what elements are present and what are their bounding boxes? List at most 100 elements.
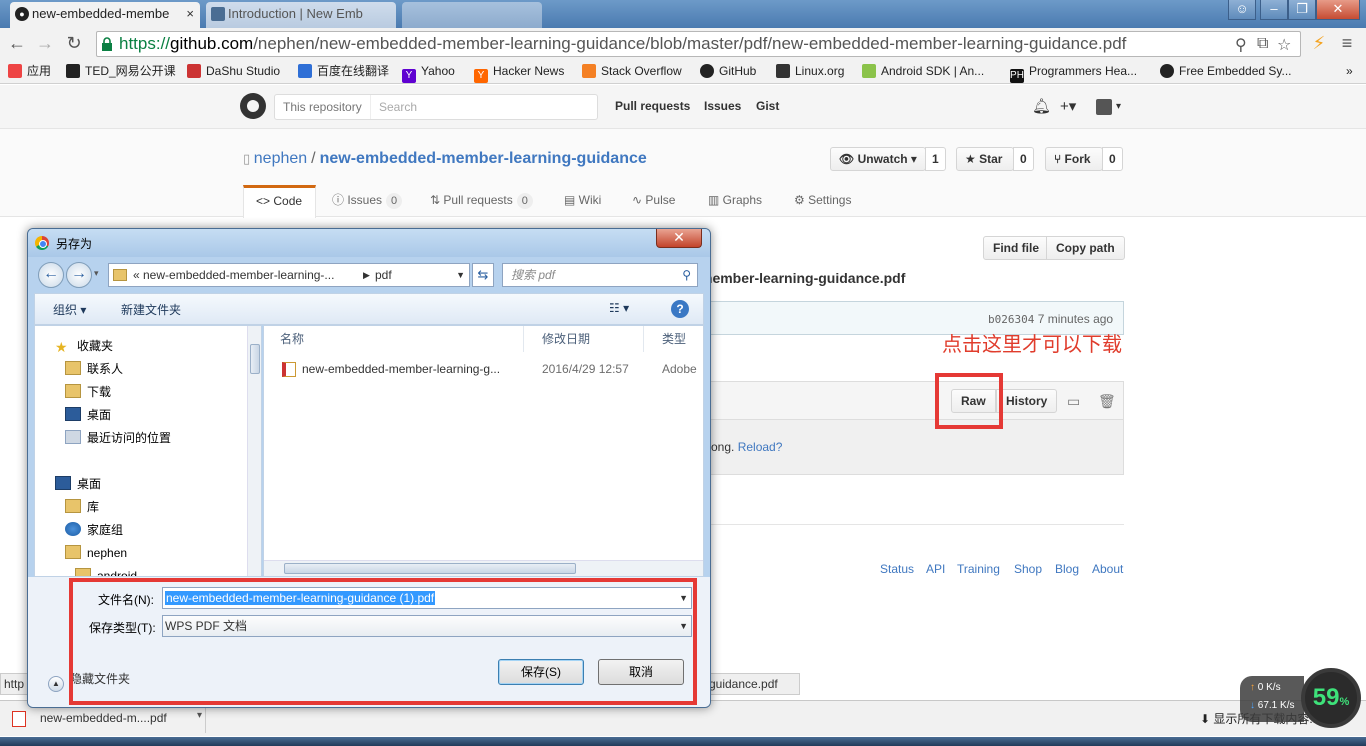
chevron-down-icon[interactable]: ▾ [1116,101,1121,112]
tab-github-pdf[interactable]: ● new-embedded-membe × [10,2,200,28]
bookmark-baidu-translate[interactable]: 百度在线翻译 [298,63,389,79]
history-button[interactable]: History [996,389,1058,413]
footer-link-about[interactable]: About [1092,562,1123,576]
footer-link-status[interactable]: Status [880,562,914,576]
nav-favorites[interactable]: ★ 收藏夹 [55,338,113,354]
chevron-down-icon[interactable]: ▼ [456,264,465,286]
bookmark-ted[interactable]: TED_网易公开课 [66,63,176,79]
net-usage-ball[interactable]: 59% [1301,668,1361,728]
path-crumb-parent[interactable]: « new-embedded-member-learning-... [133,264,334,286]
dialog-search-input[interactable]: 搜索 pdf ⚲ [502,263,698,287]
commit-sha[interactable]: b026304 [988,313,1034,326]
star-button[interactable]: ★ Star [956,147,1014,171]
nav-contacts[interactable]: 联系人 [65,361,123,377]
forward-icon[interactable]: → [34,32,56,54]
trash-icon[interactable]: 🗑︎ [1098,393,1116,410]
star-count[interactable]: 0 [1013,147,1034,171]
file-list-hscrollbar[interactable] [264,560,703,576]
footer-link-training[interactable]: Training [957,562,1000,576]
fork-count[interactable]: 0 [1102,147,1123,171]
nav-downloads[interactable]: 下载 [65,384,111,400]
footer-link-api[interactable]: API [926,562,945,576]
forward-icon[interactable]: → [66,262,92,288]
footer-link-shop[interactable]: Shop [1014,562,1042,576]
nav-user-folder[interactable]: nephen [65,545,127,561]
tab-blurred[interactable] [402,2,542,28]
repo-owner[interactable]: nephen [254,150,307,167]
help-icon[interactable]: ? [671,300,689,318]
tab-settings[interactable]: ⚙ Settings [792,185,853,218]
bookmark-programmers[interactable]: PH Programmers Hea... [1010,63,1137,83]
avatar[interactable] [1096,99,1112,115]
column-name[interactable]: 名称 [264,326,524,352]
dialog-titlebar[interactable]: 另存为 ✕ [28,229,710,257]
nav-recent-places[interactable]: 最近访问的位置 [65,430,171,446]
back-icon[interactable]: ← [38,262,64,288]
watch-count[interactable]: 1 [925,147,946,171]
extension-icon[interactable]: ⚡ [1308,32,1330,54]
maximize-icon[interactable]: ❐ [1288,0,1316,20]
bookmark-apps[interactable]: 应用 [8,63,51,79]
tab-wiki[interactable]: ▤ Wiki [562,185,603,218]
desktop-icon[interactable]: ▭ [1067,393,1080,410]
path-crumb-pdf[interactable]: pdf [375,264,392,286]
tab-issues[interactable]: ⓘ Issues 0 [330,185,404,218]
address-bar[interactable]: https://github.com/nephen/new-embedded-m… [96,31,1301,57]
reload-link[interactable]: Reload? [738,440,783,454]
unwatch-button[interactable]: 👁︎ Unwatch ▾ [830,147,926,171]
bookmark-linux[interactable]: Linux.org [776,63,844,79]
back-icon[interactable]: ← [6,32,28,54]
reload-icon[interactable]: ↻ [63,32,85,54]
scroll-thumb[interactable] [250,344,260,374]
bookmark-yahoo[interactable]: Y Yahoo [402,63,455,83]
nav-desktop[interactable]: 桌面 [65,407,111,423]
column-type[interactable]: 类型 [646,326,703,352]
nav-libraries[interactable]: 库 [65,499,99,515]
nav-desktop-root[interactable]: 桌面 [55,476,101,492]
nav-pull-requests[interactable]: Pull requests [615,99,690,113]
zoom-icon[interactable]: ⚲ [1235,35,1247,55]
translate-icon[interactable]: ⧉ [1257,35,1268,53]
bookmarks-overflow-icon[interactable]: » [1346,63,1353,79]
organize-button[interactable]: 组织 ▾ [53,301,86,318]
nav-issues[interactable]: Issues [704,99,741,113]
refresh-icon[interactable]: ⇆ [472,263,494,287]
repo-name[interactable]: new-embedded-member-learning-guidance [320,150,647,167]
bookmark-dashu[interactable]: DaShu Studio [187,63,280,79]
tab-introduction[interactable]: Introduction | New Emb [206,2,396,28]
bookmark-free-embedded[interactable]: Free Embedded Sy... [1160,63,1292,79]
tab-code[interactable]: <> Code [243,185,316,218]
recent-locations-dropdown-icon[interactable]: ▾ [94,268,99,279]
footer-link-blog[interactable]: Blog [1055,562,1079,576]
tab-pull-requests[interactable]: ⇅ Pull requests 0 [428,185,535,218]
search-input[interactable]: This repository Search [274,94,598,120]
tab-pulse[interactable]: ∿ Pulse [630,185,677,218]
scroll-thumb[interactable] [284,563,576,574]
nav-scrollbar[interactable] [247,326,261,576]
view-options-icon[interactable]: ☷ ▾ [609,301,629,315]
file-row[interactable]: new-embedded-member-learning-g... 2016/4… [264,358,703,380]
github-logo-icon[interactable] [240,93,266,119]
bell-icon[interactable]: 🔔︎ [1032,97,1051,115]
nav-homegroup[interactable]: 家庭组 [65,522,123,538]
download-item[interactable]: new-embedded-m....pdf ▾ [6,705,206,733]
window-close-icon[interactable]: ✕ [1316,0,1360,20]
menu-icon[interactable]: ≡ [1336,32,1358,54]
dialog-path-bar[interactable]: « new-embedded-member-learning-... ▶ pdf… [108,263,470,287]
fork-button[interactable]: ⑂ Fork [1045,147,1103,171]
tab-close-icon[interactable]: × [186,2,194,26]
bookmark-hacker-news[interactable]: Y Hacker News [474,63,564,83]
user-profile-icon[interactable]: ☺ [1228,0,1256,20]
column-date-modified[interactable]: 修改日期 [526,326,644,352]
chevron-right-icon[interactable]: ▶ [363,264,370,286]
tab-graphs[interactable]: ▥ Graphs [706,185,764,218]
plus-icon[interactable]: +▾ [1060,97,1076,115]
find-file-button[interactable]: Find file [983,236,1049,260]
bookmark-stack-overflow[interactable]: Stack Overflow [582,63,682,79]
bookmark-android-sdk[interactable]: Android SDK | An... [862,63,984,79]
new-folder-button[interactable]: 新建文件夹 [121,301,181,318]
bookmark-github[interactable]: GitHub [700,63,756,79]
bookmark-star-icon[interactable]: ☆ [1277,35,1291,55]
copy-path-button[interactable]: Copy path [1046,236,1125,260]
nav-gist[interactable]: Gist [756,99,779,113]
